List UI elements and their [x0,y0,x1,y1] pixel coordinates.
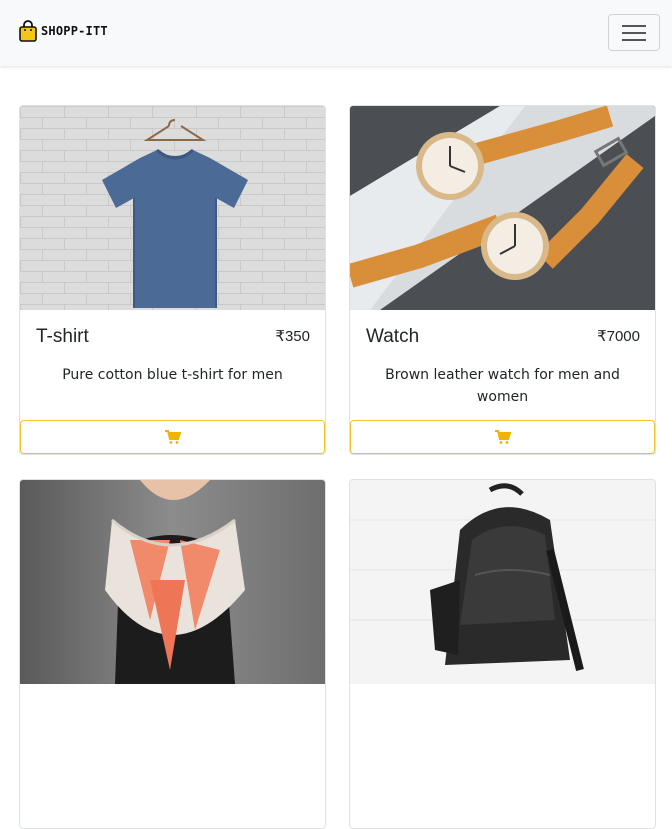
add-to-cart-button[interactable] [350,420,655,454]
shopping-bag-icon [19,20,37,42]
product-card [349,479,656,829]
product-image [350,480,655,684]
leather-watch-image [350,106,655,310]
product-title: T-shirt [36,326,89,347]
product-price: ₹350 [275,328,310,345]
hamburger-menu-icon [622,24,646,41]
navbar: SHOPP-ITT [0,0,672,66]
blue-tshirt-image [20,106,325,310]
brand-name: SHOPP-ITT [41,24,108,38]
product-card [19,479,326,829]
product-image [20,480,325,684]
add-to-cart-button[interactable] [20,420,325,454]
brand-link[interactable]: SHOPP-ITT [19,20,108,42]
product-price: ₹7000 [597,328,640,345]
product-title: Watch [366,326,420,347]
product-description: Brown leather watch for men and women [385,367,620,405]
leather-backpack-image [350,480,655,684]
product-image [350,106,655,310]
product-card: Watch ₹7000 Brown leather watch for men … [349,105,656,455]
navbar-toggle-button[interactable] [608,14,660,51]
product-grid: T-shirt ₹350 Pure cotton blue t-shirt fo… [0,66,672,829]
scarf-image [20,480,325,684]
product-card: T-shirt ₹350 Pure cotton blue t-shirt fo… [19,105,326,455]
cart-icon [494,430,511,444]
product-image [20,106,325,310]
product-description: Pure cotton blue t-shirt for men [62,367,283,383]
cart-icon [164,430,181,444]
